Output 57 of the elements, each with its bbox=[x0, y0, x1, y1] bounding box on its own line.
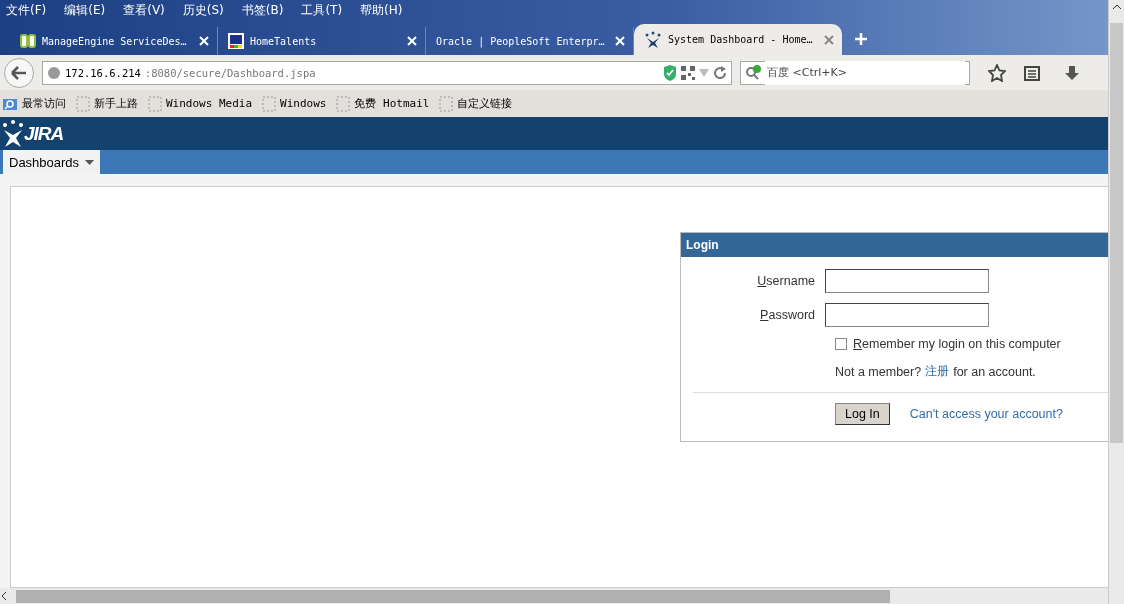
search-field[interactable]: 百度 <Ctrl+K> bbox=[740, 60, 970, 85]
bookmark-link[interactable]: 新手上路 bbox=[76, 95, 138, 112]
shield-check-icon bbox=[663, 64, 677, 81]
panel-title: Login bbox=[681, 233, 1108, 257]
download-icon[interactable] bbox=[1064, 64, 1080, 81]
browser-tab[interactable]: System Dashboard - Home… bbox=[634, 24, 842, 55]
figure-logo-icon bbox=[644, 30, 662, 49]
signup-text: Not a member? bbox=[835, 364, 922, 379]
figure-logo-icon bbox=[2, 119, 24, 148]
field-label: Username bbox=[756, 274, 816, 288]
bookmark-link[interactable]: Windows Media bbox=[148, 95, 253, 112]
reload-icon[interactable] bbox=[713, 65, 727, 80]
clipboard-icon[interactable] bbox=[1024, 64, 1040, 81]
back-button[interactable] bbox=[4, 57, 34, 88]
checkbox-label: Remember my login on this computer bbox=[853, 337, 1061, 351]
input-field[interactable] bbox=[825, 303, 989, 327]
page-icon bbox=[262, 95, 277, 112]
search-icon bbox=[745, 64, 763, 81]
qr-code-icon[interactable] bbox=[681, 65, 695, 80]
menu-item[interactable]: 帮助(H) bbox=[360, 1, 403, 19]
page-icon bbox=[148, 95, 162, 112]
bookmark-link[interactable]: 最常访问 bbox=[2, 95, 66, 112]
account-help-link[interactable]: Can't access your account? bbox=[909, 407, 1063, 421]
menu-item[interactable]: 工具(T) bbox=[301, 1, 343, 19]
new-tab-icon[interactable] bbox=[854, 32, 868, 46]
scroll-up-icon[interactable] bbox=[1111, 3, 1122, 11]
menu-item[interactable]: 历史(S) bbox=[182, 1, 224, 19]
scroll-left-icon[interactable] bbox=[0, 591, 8, 601]
url-host: 172.16.6.214 bbox=[65, 66, 141, 79]
bookmark-star-icon[interactable] bbox=[988, 63, 1006, 82]
menu-item[interactable]: 书签(B) bbox=[241, 1, 284, 19]
grid-logo-icon bbox=[20, 33, 36, 49]
back-arrow-icon bbox=[11, 65, 27, 80]
bookmark-link[interactable]: 自定义链接 bbox=[439, 95, 513, 112]
caret-icon bbox=[85, 159, 95, 165]
page-icon bbox=[336, 95, 351, 112]
bookmark-link[interactable]: 免费 Hotmail bbox=[336, 95, 430, 112]
letter-logo-icon bbox=[228, 33, 244, 49]
scrollbar-thumb[interactable] bbox=[16, 589, 890, 603]
menu-item[interactable]: 查看(V) bbox=[123, 1, 165, 19]
page-icon bbox=[76, 95, 90, 112]
register-link[interactable]: 注册 bbox=[925, 363, 950, 380]
signup-text: for an account. bbox=[953, 364, 1036, 379]
checkbox[interactable] bbox=[835, 338, 847, 350]
field-label: Password bbox=[759, 308, 816, 322]
menu-item[interactable]: 编辑(E) bbox=[64, 1, 106, 19]
menu-item[interactable]: 文件(F) bbox=[6, 1, 47, 19]
address-bar[interactable]: 172.16.6.214 :8080/secure/Dashboard.jspa bbox=[42, 60, 732, 85]
page-icon bbox=[439, 95, 454, 112]
dashboards-menu[interactable]: Dashboards bbox=[3, 150, 101, 174]
input-field[interactable] bbox=[825, 269, 989, 293]
login-button[interactable]: Log In bbox=[835, 403, 890, 425]
bookmark-link[interactable]: Windows bbox=[262, 95, 327, 112]
url-path: :8080/secure/Dashboard.jspa bbox=[144, 66, 317, 79]
scrollbar-thumb[interactable] bbox=[1110, 23, 1123, 443]
globe-icon bbox=[47, 65, 61, 80]
jira-logo: JIRA bbox=[24, 122, 64, 145]
